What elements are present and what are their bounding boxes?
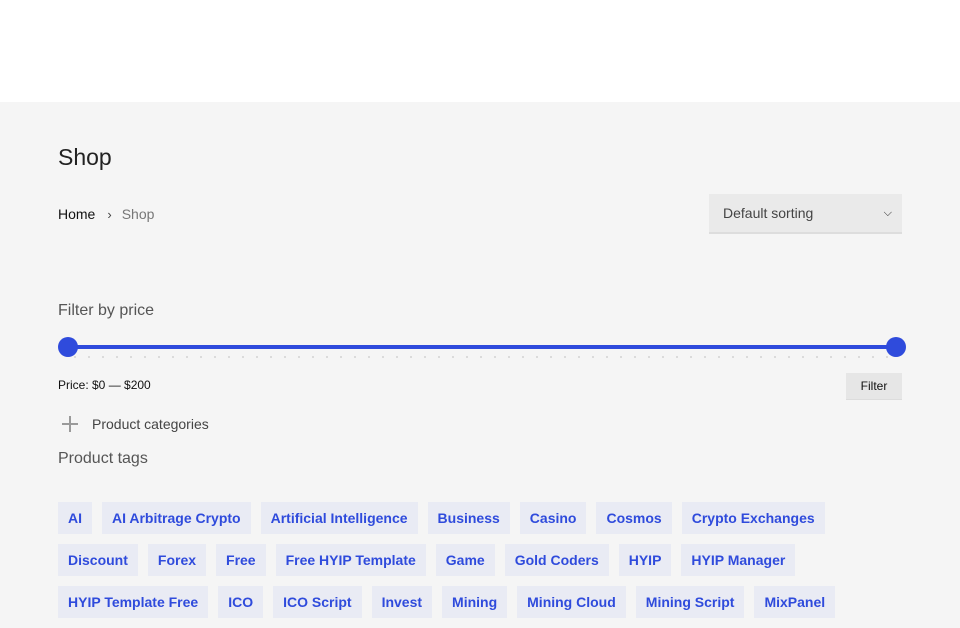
breadcrumb-current: Shop (121, 206, 155, 222)
breadcrumb-home-link[interactable]: Home (58, 206, 95, 222)
tag-link[interactable]: HYIP Template Free (58, 586, 209, 618)
tag-link[interactable]: HYIP (618, 544, 672, 576)
price-range-label: Price: $0 — $200 (58, 378, 151, 392)
tag-link[interactable]: HYIP Manager (681, 544, 796, 576)
product-tags-title: Product tags (58, 450, 148, 467)
tag-link[interactable]: ICO (218, 586, 264, 618)
filter-button[interactable]: Filter (846, 373, 902, 400)
plus-icon (62, 416, 78, 432)
chevron-down-icon: ⌵ (883, 206, 892, 219)
tag-row: AI AI Arbitrage Crypto Artificial Intell… (58, 502, 918, 534)
price-filter-title: Filter by price (58, 302, 155, 319)
tag-cloud: AI AI Arbitrage Crypto Artificial Intell… (58, 502, 918, 628)
tag-row: Discount Forex Free Free HYIP Template G… (58, 544, 918, 576)
tag-link[interactable]: Business (427, 502, 510, 534)
product-categories-label: Product categories (92, 416, 209, 432)
tag-link[interactable]: Invest (371, 586, 433, 618)
page-title: Shop (58, 144, 112, 170)
tag-link[interactable]: AI (58, 502, 92, 534)
site-header (0, 0, 960, 102)
tag-link[interactable]: Mining Cloud (517, 586, 626, 618)
product-categories-toggle[interactable]: Product categories (62, 416, 209, 432)
sort-selected-value: Default sorting (723, 205, 814, 221)
price-min-handle[interactable] (58, 337, 78, 357)
tag-link[interactable]: Mining Script (635, 586, 745, 618)
chevron-right-icon: › (107, 206, 112, 222)
tag-link[interactable]: Game (435, 544, 495, 576)
tag-link[interactable]: Mining (442, 586, 508, 618)
tag-link[interactable]: MixPanel (754, 586, 836, 618)
price-range-track[interactable] (68, 345, 896, 349)
tag-link[interactable]: Gold Coders (504, 544, 609, 576)
price-max-handle[interactable] (886, 337, 906, 357)
tag-link[interactable]: Artificial Intelligence (260, 502, 418, 534)
breadcrumb: Home › Shop (58, 206, 154, 222)
slider-background (68, 356, 896, 358)
tag-link[interactable]: Forex (147, 544, 207, 576)
tag-row: HYIP Template Free ICO ICO Script Invest… (58, 586, 918, 618)
tag-link[interactable]: Free (216, 544, 266, 576)
sort-dropdown[interactable]: Default sorting ⌵ (709, 194, 902, 234)
tag-link[interactable]: Crypto Exchanges (681, 502, 825, 534)
tag-link[interactable]: AI Arbitrage Crypto (102, 502, 251, 534)
tag-link[interactable]: Free HYIP Template (275, 544, 426, 576)
tag-link[interactable]: Cosmos (596, 502, 672, 534)
tag-link[interactable]: Casino (519, 502, 587, 534)
tag-link[interactable]: Discount (58, 544, 138, 576)
tag-link[interactable]: ICO Script (273, 586, 362, 618)
